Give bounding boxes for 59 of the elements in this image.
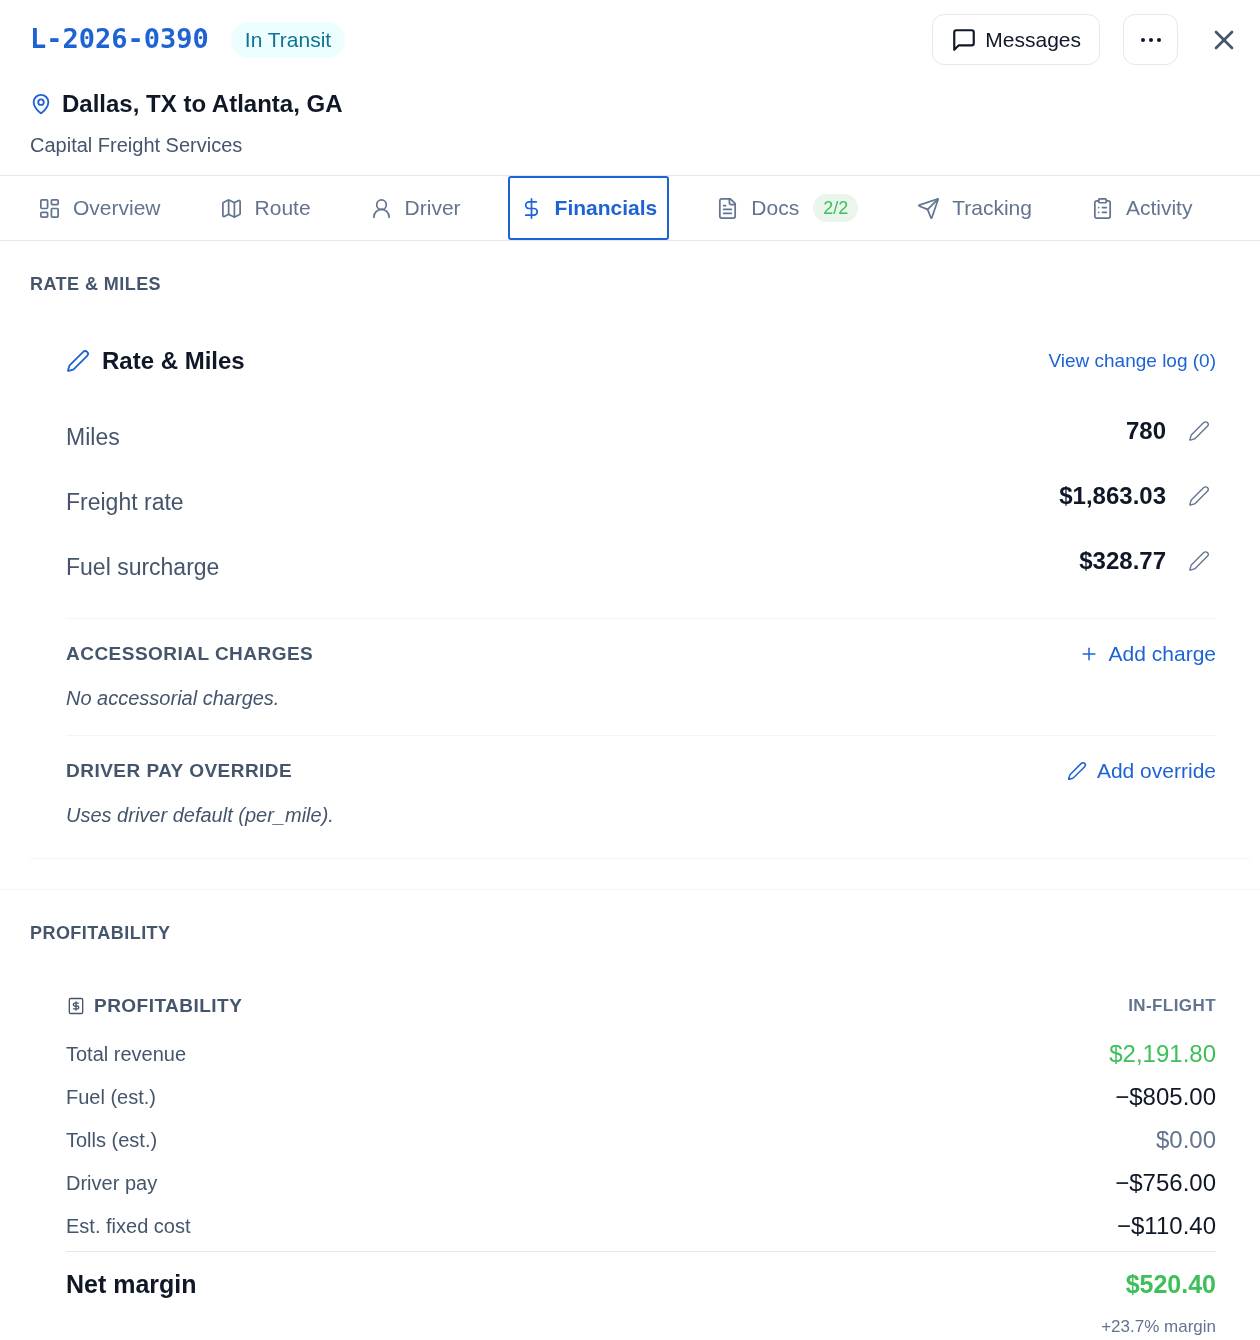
- tab[interactable]: Financials: [507, 176, 670, 240]
- more-icon: [1140, 37, 1161, 42]
- messages-button[interactable]: Messages: [932, 14, 1100, 65]
- line-label: Tolls (est.): [66, 1127, 158, 1153]
- field-label: Fuel surcharge: [66, 553, 220, 583]
- margin-percent: +23.7% margin: [1101, 1316, 1216, 1338]
- edit-button[interactable]: [1188, 484, 1210, 507]
- field-label: Miles: [66, 423, 120, 453]
- override-note: Uses driver default (per_mile).: [66, 803, 334, 828]
- section-heading: PROFITABILITY: [30, 922, 171, 945]
- card-title: PROFITABILITY: [94, 993, 243, 1018]
- add-override-link[interactable]: Add override: [1066, 755, 1216, 787]
- change-log-link[interactable]: View change log (0): [1048, 346, 1216, 376]
- subsection-heading: DRIVER PAY OVERRIDE: [66, 758, 293, 783]
- count-badge: 2/2: [813, 194, 859, 222]
- card-title: Rate & Miles: [102, 346, 245, 376]
- line-value: $2,191.80: [1109, 1038, 1216, 1069]
- tab[interactable]: Route: [207, 176, 323, 240]
- pencil-icon: [1188, 419, 1210, 442]
- tab[interactable]: Activity: [1078, 176, 1205, 240]
- tab[interactable]: Tracking: [905, 176, 1044, 240]
- field-value: $328.77: [1079, 545, 1166, 576]
- send-icon: [917, 196, 941, 220]
- line-value: −$110.40: [1117, 1210, 1216, 1241]
- map-icon: [219, 196, 243, 220]
- line-value: $0.00: [1155, 1124, 1216, 1155]
- receipt-dollar-icon: [66, 995, 86, 1017]
- field-value: $1,863.03: [1059, 480, 1166, 511]
- route-title: Dallas, TX to Atlanta, GA: [62, 89, 343, 119]
- subsection-heading: ACCESSORIAL CHARGES: [66, 641, 314, 666]
- tab[interactable]: Overview: [26, 176, 173, 240]
- edit-button[interactable]: [1188, 549, 1210, 572]
- net-margin-label: Net margin: [66, 1269, 197, 1301]
- line-label: Total revenue: [66, 1041, 187, 1067]
- line-label: Est. fixed cost: [66, 1213, 191, 1239]
- load-id: L-2026-0390: [30, 22, 209, 57]
- section-heading: RATE & MILES: [30, 273, 162, 296]
- message-icon: [951, 26, 978, 53]
- line-label: Driver pay: [66, 1170, 158, 1196]
- field-label: Freight rate: [66, 488, 184, 518]
- line-value: −$756.00: [1115, 1167, 1216, 1198]
- tab[interactable]: Docs 2/2: [704, 176, 871, 240]
- net-margin-value: $520.40: [1125, 1269, 1216, 1301]
- pencil-icon: [1066, 761, 1087, 781]
- customer-name: Capital Freight Services: [30, 133, 243, 158]
- pencil-icon: [1188, 549, 1210, 572]
- field-value: 780: [1125, 415, 1166, 446]
- status-label: IN-FLIGHT: [1128, 995, 1216, 1018]
- tab[interactable]: Driver: [357, 176, 473, 240]
- pencil-icon: [66, 349, 90, 373]
- map-pin-icon: [30, 92, 52, 116]
- dashboard-icon: [38, 196, 61, 220]
- empty-message: No accessorial charges.: [66, 686, 280, 711]
- add-charge-link[interactable]: Add charge: [1078, 638, 1216, 670]
- status-badge: In Transit: [230, 21, 346, 58]
- line-value: −$805.00: [1115, 1081, 1216, 1112]
- line-label: Fuel (est.): [66, 1084, 157, 1110]
- edit-button[interactable]: [1188, 419, 1210, 442]
- pencil-icon: [1188, 484, 1210, 507]
